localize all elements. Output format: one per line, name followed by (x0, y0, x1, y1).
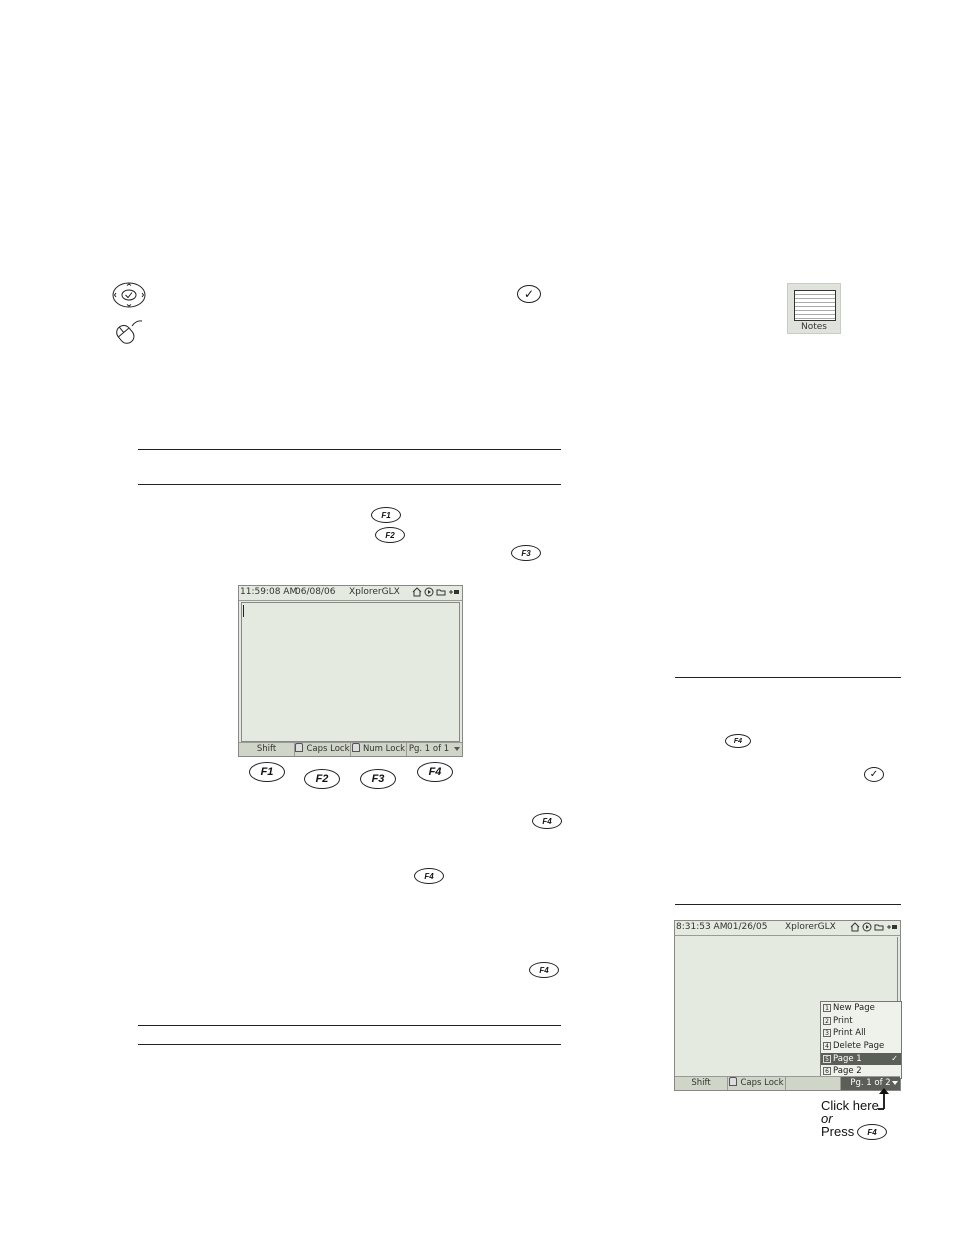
notes-paper-icon (794, 290, 836, 321)
status-date: 01/26/05 (727, 922, 768, 932)
f4-key-icon: F4 (414, 868, 444, 884)
callout-press: Press (821, 1124, 855, 1139)
f4-key-icon: F4 (725, 734, 751, 748)
status-app-name: XplorerGLX (785, 922, 836, 932)
softkey-caps-lock-label: Caps Lock (740, 1078, 784, 1088)
menu-item-page-1[interactable]: 5 Page 1 ✓ (821, 1052, 901, 1066)
status-time: 11:59:08 AM (240, 587, 298, 597)
dropdown-arrow-icon (454, 747, 460, 751)
play-icon[interactable] (862, 922, 872, 932)
play-icon[interactable] (424, 587, 434, 597)
f2-key[interactable]: F2 (304, 769, 340, 789)
status-bar: 11:59:08 AM 06/08/06 XplorerGLX (239, 586, 462, 601)
f4-key-icon: F4 (857, 1124, 887, 1140)
f1-key-icon: F1 (371, 507, 401, 523)
softkey-empty[interactable] (786, 1077, 841, 1090)
text-cursor (243, 605, 244, 617)
status-time: 8:31:53 AM (676, 922, 728, 932)
section-rule (138, 449, 561, 450)
softkey-shift[interactable]: Shift (239, 743, 295, 756)
power-icon (449, 590, 459, 594)
check-key-icon: ✓ (864, 767, 884, 782)
lock-icon (729, 1077, 738, 1086)
f1-key[interactable]: F1 (249, 762, 285, 782)
lock-icon (295, 743, 304, 752)
menu-item-print[interactable]: 2 Print (821, 1015, 901, 1028)
folder-icon[interactable] (874, 922, 884, 932)
softkey-page[interactable]: Pg. 1 of 1 (407, 743, 451, 756)
notes-text-area[interactable] (241, 602, 460, 742)
softkey-num-lock-label: Num Lock (362, 744, 406, 754)
home-icon[interactable] (412, 587, 422, 597)
status-icons (850, 922, 898, 932)
page-menu: 1 New Page 2 Print 3 Print All 4 Delete Page… (820, 1001, 902, 1080)
notes-app-label: Notes (801, 322, 827, 332)
dropdown-arrow-icon[interactable] (892, 1081, 898, 1085)
section-rule (138, 1025, 561, 1026)
f3-key[interactable]: F3 (360, 769, 396, 789)
menu-item-delete-page[interactable]: 4 Delete Page (821, 1040, 901, 1053)
folder-icon[interactable] (436, 587, 446, 597)
status-icons (412, 587, 460, 597)
f2-key-icon: F2 (375, 527, 405, 543)
softkey-caps-lock[interactable]: Caps Lock (728, 1077, 786, 1090)
softkey-bar: Shift Caps Lock Pg. 1 of 2 (675, 1076, 900, 1090)
softkey-shift[interactable]: Shift (675, 1077, 728, 1090)
navigation-pad-icon (112, 282, 146, 308)
lock-icon (351, 743, 360, 752)
softkey-caps-lock[interactable]: Caps Lock (295, 743, 351, 756)
section-rule (138, 484, 561, 485)
status-app-name: XplorerGLX (349, 587, 400, 597)
section-rule (675, 904, 901, 905)
power-icon (887, 925, 897, 929)
check-key-icon: ✓ (517, 285, 541, 303)
mouse-icon (116, 320, 143, 344)
glx-notes-screen: 11:59:08 AM 06/08/06 XplorerGLX Shift Ca… (238, 585, 463, 757)
f4-key[interactable]: F4 (417, 762, 453, 782)
softkey-caps-lock-label: Caps Lock (306, 744, 350, 754)
section-rule (675, 677, 901, 678)
f4-key-icon: F4 (532, 813, 562, 829)
selected-check-icon: ✓ (891, 1053, 898, 1063)
status-date: 06/08/06 (295, 587, 336, 597)
notes-app-icon[interactable]: Notes (787, 283, 841, 334)
softkey-bar: Shift Caps Lock Num Lock Pg. 1 of 1 (239, 742, 462, 756)
section-rule (138, 1044, 561, 1045)
menu-item-print-all[interactable]: 3 Print All (821, 1027, 901, 1040)
f4-key-icon: F4 (529, 962, 559, 978)
home-icon[interactable] (850, 922, 860, 932)
glx-notes-screen-menu: 8:31:53 AM 01/26/05 XplorerGLX 1 New Page… (674, 920, 902, 1091)
softkey-num-lock[interactable]: Num Lock (351, 743, 407, 756)
status-bar: 8:31:53 AM 01/26/05 XplorerGLX (675, 921, 900, 936)
menu-item-new-page[interactable]: 1 New Page (821, 1002, 901, 1015)
f3-key-icon: F3 (511, 545, 541, 561)
